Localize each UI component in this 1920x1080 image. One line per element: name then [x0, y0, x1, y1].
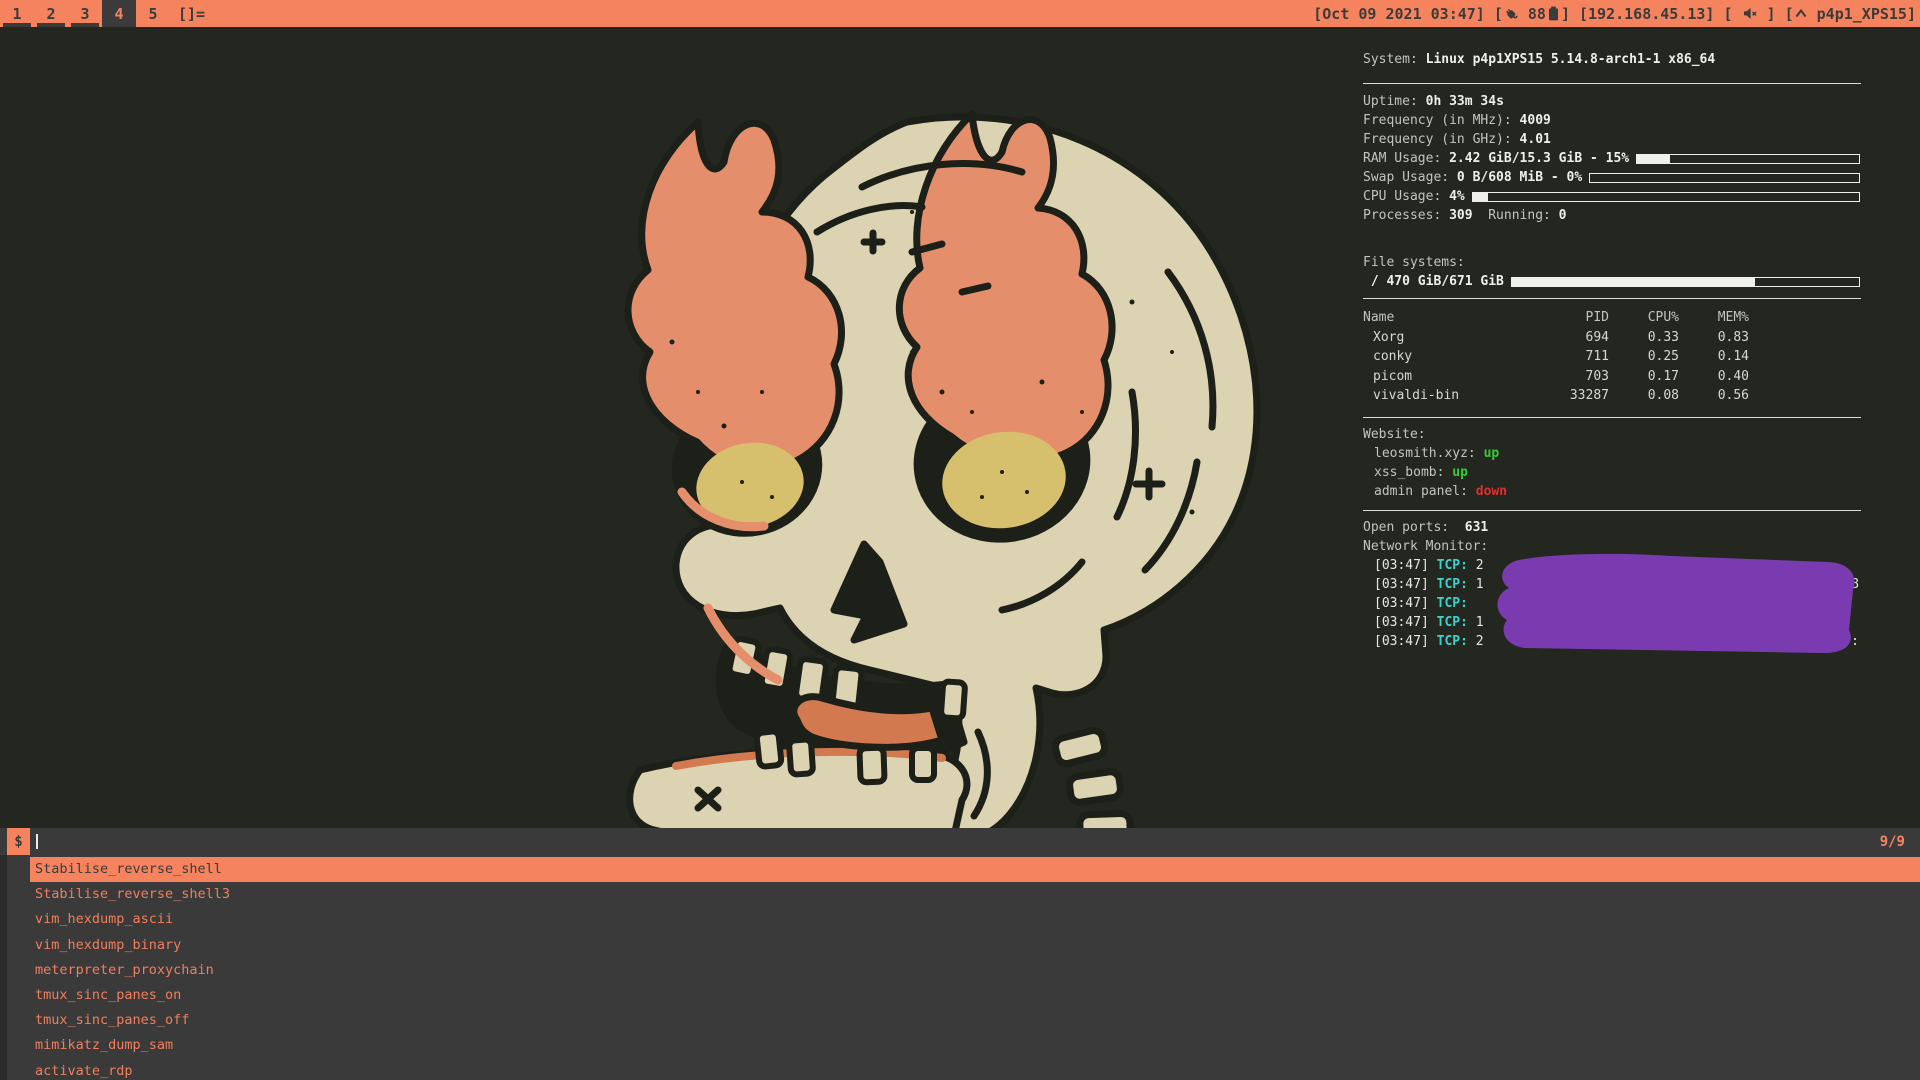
divider — [1363, 298, 1861, 299]
process-cpu: 0.25 — [1647, 349, 1679, 364]
filesystem-bar — [1510, 276, 1860, 287]
process-cpu: 0.33 — [1647, 329, 1679, 345]
plug-icon — [1503, 6, 1519, 22]
match-counter: 9/9 — [1879, 833, 1905, 850]
status-badge: up — [1483, 445, 1500, 461]
host-segment: [ p4p1_XPS15] — [1784, 4, 1916, 23]
chevron-up-icon — [1794, 7, 1808, 21]
speaker-muted-icon — [1742, 6, 1758, 21]
redaction-marker — [1497, 553, 1855, 654]
battery-icon — [1546, 5, 1561, 22]
list-item[interactable]: vim_hexdump_binary — [0, 933, 1920, 958]
conky-widget: System: Linux p4p1XPS15 5.14.8-arch1-1 x… — [1356, 50, 1861, 654]
workspace-label: 4 — [114, 4, 124, 23]
divider — [1363, 416, 1861, 418]
ram-bar — [1636, 153, 1860, 164]
process-name: Xorg — [1373, 329, 1405, 345]
column-header: Name — [1363, 310, 1395, 325]
list-item[interactable]: activate_rdp — [0, 1059, 1920, 1080]
fuzzy-launcher: $ 9/9 Stabilise_reverse_shell Stabilise_… — [0, 828, 1920, 1080]
system-line: System: Linux p4p1XPS15 5.14.8-arch1-1 x… — [1363, 52, 1716, 67]
process-pid: 694 — [1585, 329, 1609, 345]
list-item[interactable]: Stabilise_reverse_shell — [30, 857, 1920, 883]
launcher-results: Stabilise_reverse_shell Stabilise_revers… — [0, 857, 1920, 1080]
process-mem: 0.83 — [1717, 329, 1749, 345]
column-header: MEM% — [1717, 310, 1749, 325]
list-item[interactable]: mimikatz_dump_sam — [0, 1033, 1920, 1058]
website-label: Website: — [1363, 426, 1426, 442]
divider — [1363, 509, 1861, 511]
clock: [Oct 09 2021 03:47] — [1313, 4, 1485, 23]
layout-indicator[interactable]: []= — [178, 0, 205, 27]
workspace-label: 3 — [80, 4, 90, 23]
website-entry: admin panel: down — [1374, 483, 1508, 499]
ram-line: RAM Usage: 2.42 GiB/15.3 GiB - 15% — [1363, 149, 1861, 168]
status-badge: down — [1475, 483, 1508, 499]
column-header: PID — [1585, 310, 1609, 325]
process-pid: 703 — [1585, 368, 1609, 384]
open-ports-line: Open ports: 631 — [1363, 519, 1489, 535]
column-header: CPU% — [1647, 310, 1679, 325]
list-item[interactable]: meterpreter_proxychain — [0, 958, 1920, 983]
freq-mhz-line: Frequency (in MHz): 4009 — [1363, 113, 1551, 128]
battery-segment: [ 88] — [1493, 4, 1570, 23]
cpu-line: CPU Usage: 4% — [1363, 187, 1861, 206]
website-entry: xss_bomb: up — [1374, 464, 1468, 480]
freq-ghz-line: Frequency (in GHz): 4.01 — [1363, 132, 1551, 147]
uptime-line: Uptime: 0h 33m 34s — [1363, 94, 1504, 109]
filesystems-line: / 470 GiB/671 GiB — [1363, 272, 1861, 291]
process-mem: 0.56 — [1717, 388, 1749, 403]
hostname: p4p1_XPS15 — [1807, 4, 1907, 23]
desktop: 1 2 3 4 5 []= [Oct 09 2021 03:47] [ 88] … — [0, 0, 1920, 1080]
process-cpu: 0.17 — [1647, 368, 1679, 384]
workspace-tag-2[interactable]: 2 — [34, 0, 68, 27]
website-entry: leosmith.xyz: up — [1374, 445, 1500, 461]
workspace-label: 2 — [46, 4, 56, 23]
cpu-bar — [1471, 191, 1860, 202]
workspace-label: 1 — [12, 4, 22, 23]
workspace-tag-1[interactable]: 1 — [0, 0, 34, 27]
process-name: conky — [1373, 349, 1413, 364]
status-badge: up — [1452, 464, 1468, 480]
process-pid: 711 — [1585, 349, 1609, 364]
swap-line: Swap Usage: 0 B/608 MiB - 0% — [1363, 168, 1861, 187]
text-cursor — [36, 834, 38, 849]
process-mem: 0.40 — [1717, 368, 1749, 384]
workspace-tag-3[interactable]: 3 — [68, 0, 102, 27]
process-cpu: 0.08 — [1647, 388, 1679, 403]
process-mem: 0.14 — [1717, 349, 1749, 364]
workspace-tag-5[interactable]: 5 — [136, 0, 170, 27]
process-table: Name PID CPU% MEM% Xorg 694 0.33 0.83 co… — [1363, 308, 1861, 406]
divider — [1363, 83, 1861, 84]
ip-address: [192.168.45.13] — [1579, 4, 1715, 23]
process-pid: 33287 — [1569, 388, 1609, 403]
volume-segment: [ ] — [1723, 4, 1776, 23]
list-item[interactable]: tmux_sinc_panes_off — [0, 1008, 1920, 1033]
flaming-skull-art — [624, 110, 1261, 849]
swap-bar — [1589, 172, 1860, 183]
filesystems-label: File systems: — [1363, 255, 1465, 270]
status-bar: 1 2 3 4 5 []= [Oct 09 2021 03:47] [ 88] … — [0, 0, 1920, 27]
list-item[interactable]: vim_hexdump_ascii — [0, 907, 1920, 932]
process-name: vivaldi-bin — [1373, 388, 1460, 403]
status-text: [Oct 09 2021 03:47] [ 88] [192.168.45.13… — [1313, 0, 1916, 27]
prompt-badge: $ — [7, 828, 30, 855]
list-item[interactable]: tmux_sinc_panes_on — [0, 983, 1920, 1008]
search-input[interactable]: $ 9/9 — [0, 828, 1920, 855]
processes-line: Processes: 309 Running: 0 — [1363, 208, 1567, 223]
process-name: picom — [1373, 368, 1413, 384]
list-item[interactable]: Stabilise_reverse_shell3 — [0, 882, 1920, 907]
workspace-tag-4[interactable]: 4 — [102, 0, 136, 27]
workspace-label: 5 — [148, 4, 158, 23]
